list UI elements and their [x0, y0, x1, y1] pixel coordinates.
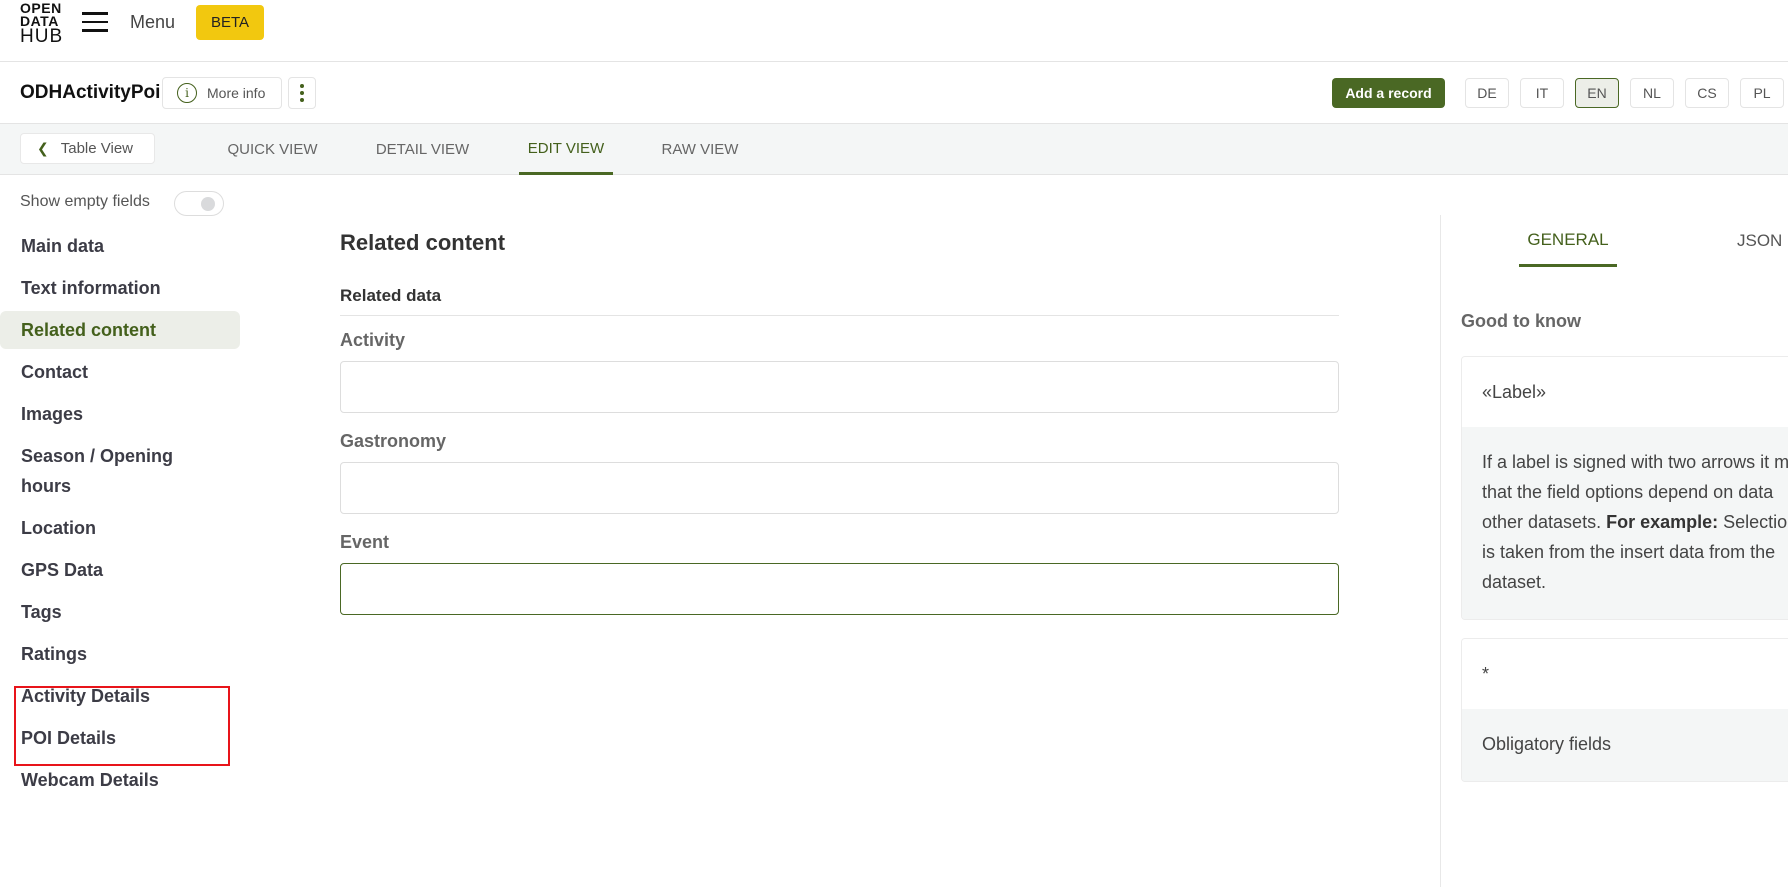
- top-bar: OPEN DATA HUB Menu BETA: [0, 0, 1788, 62]
- title-bar: ODHActivityPoi i More info Add a record …: [0, 62, 1788, 124]
- label-info-card: «Label» If a label is signed with two ar…: [1461, 356, 1788, 620]
- card-body: Obligatory fields: [1462, 709, 1788, 781]
- toggle-knob: [201, 197, 215, 211]
- event-field-label: Event: [340, 532, 390, 552]
- card-text-line: is taken from the insert data from the: [1482, 542, 1776, 562]
- edit-form: Related content Related data Activity Ga…: [340, 230, 1339, 633]
- sidebar-item-poi-details[interactable]: POI Details: [0, 723, 240, 753]
- lang-button-pl[interactable]: PL: [1740, 78, 1784, 108]
- tab-detail-view[interactable]: DETAIL VIEW: [370, 124, 475, 175]
- sidebar-item-gps-data[interactable]: GPS Data: [0, 555, 240, 585]
- beta-badge: BETA: [196, 5, 264, 40]
- tab-quick-view[interactable]: QUICK VIEW: [220, 124, 325, 175]
- activity-field-label: Activity: [340, 330, 406, 350]
- chevron-left-icon: ❮: [37, 140, 49, 156]
- more-options-icon[interactable]: [288, 77, 316, 109]
- menu-button[interactable]: Menu: [130, 12, 175, 33]
- sidebar-item-season-opening-hours[interactable]: Season / Opening hours: [0, 441, 200, 501]
- info-panel: GENERAL JSON Good to know «Label» If a l…: [1440, 215, 1788, 887]
- gastronomy-input[interactable]: [340, 462, 1339, 514]
- dataset-title: ODHActivityPoi: [20, 82, 161, 103]
- sidebar-item-webcam-details[interactable]: Webcam Details: [0, 765, 240, 795]
- add-record-button[interactable]: Add a record: [1332, 78, 1445, 108]
- section-sidebar: Main data Text information Related conte…: [0, 231, 240, 807]
- sidebar-item-tags[interactable]: Tags: [0, 597, 240, 627]
- good-to-know-heading: Good to know: [1461, 311, 1581, 331]
- subsection-heading: Related data: [340, 286, 1339, 316]
- gastronomy-field-label: Gastronomy: [340, 431, 447, 451]
- obligatory-info-card: * Obligatory fields: [1461, 638, 1788, 782]
- sidebar-item-location[interactable]: Location: [0, 513, 240, 543]
- card-text-line: that the field options depend on data: [1482, 482, 1774, 502]
- table-view-label: Table View: [60, 140, 134, 157]
- lang-button-cs[interactable]: CS: [1685, 78, 1729, 108]
- sidebar-item-main-data[interactable]: Main data: [0, 231, 240, 261]
- sidebar-item-contact[interactable]: Contact: [0, 357, 240, 387]
- open-data-hub-logo[interactable]: OPEN DATA HUB: [20, 1, 64, 47]
- lang-button-en[interactable]: EN: [1575, 78, 1619, 108]
- event-input[interactable]: [340, 563, 1339, 615]
- card-text-line: dataset.: [1482, 572, 1547, 592]
- logo-line: HUB: [20, 26, 64, 47]
- show-empty-fields-label: Show empty fields: [20, 193, 150, 210]
- sidebar-item-text-information[interactable]: Text information: [0, 273, 240, 303]
- info-icon: i: [177, 83, 197, 103]
- section-heading: Related content: [340, 230, 506, 255]
- hamburger-menu-icon[interactable]: [82, 12, 108, 32]
- lang-button-de[interactable]: DE: [1465, 78, 1509, 108]
- tab-raw-view[interactable]: RAW VIEW: [655, 124, 745, 175]
- sidebar-item-images[interactable]: Images: [0, 399, 240, 429]
- card-body: If a label is signed with two arrows it …: [1462, 427, 1788, 619]
- tab-general[interactable]: GENERAL: [1519, 215, 1617, 267]
- sidebar-item-activity-details[interactable]: Activity Details: [0, 681, 240, 711]
- more-info-label: More info: [207, 85, 266, 101]
- tab-edit-view[interactable]: EDIT VIEW: [519, 124, 613, 175]
- card-title: *: [1462, 639, 1788, 709]
- sidebar-item-related-content[interactable]: Related content: [0, 311, 240, 349]
- lang-button-it[interactable]: IT: [1520, 78, 1564, 108]
- card-title: «Label»: [1462, 357, 1788, 427]
- language-selector: DE IT EN NL CS PL: [1465, 78, 1784, 108]
- sidebar-item-ratings[interactable]: Ratings: [0, 639, 240, 669]
- view-tabs-bar: ❮ Table View QUICK VIEW DETAIL VIEW EDIT…: [0, 124, 1788, 175]
- more-info-button[interactable]: i More info: [162, 77, 282, 109]
- card-text-line: other datasets. For example: Selectio: [1482, 512, 1788, 532]
- lang-button-nl[interactable]: NL: [1630, 78, 1674, 108]
- example-label: For example:: [1606, 512, 1719, 532]
- show-empty-fields-toggle[interactable]: [174, 191, 224, 216]
- back-to-table-view-button[interactable]: ❮ Table View: [20, 133, 155, 164]
- activity-input[interactable]: [340, 361, 1339, 413]
- tab-json[interactable]: JSON: [1737, 215, 1788, 267]
- card-text-line: If a label is signed with two arrows it …: [1482, 452, 1788, 472]
